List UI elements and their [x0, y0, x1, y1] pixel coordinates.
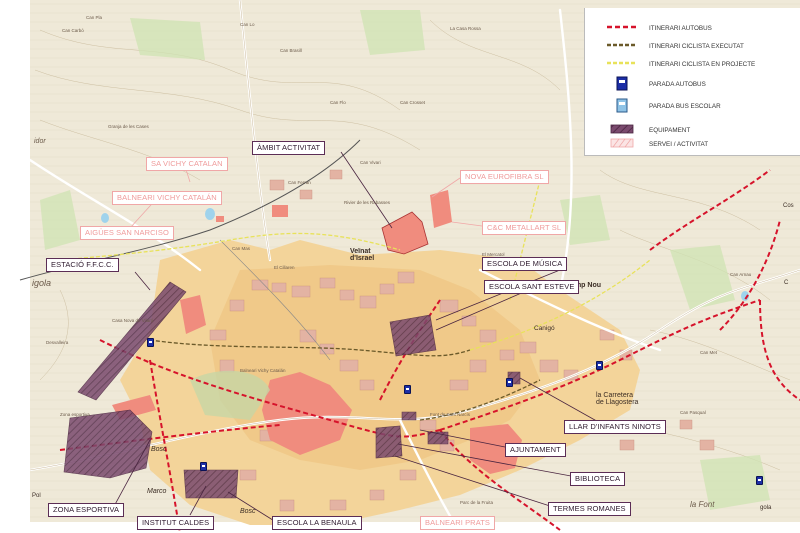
- place-veinat: Veïnat d'Israel: [350, 248, 375, 263]
- legend-label: ITINERARI CICLISTA EN PROJECTE: [649, 61, 756, 68]
- bus-route-swatch: [607, 25, 637, 29]
- place-marco: Marco: [147, 488, 167, 495]
- place-canigo: Canigó: [534, 325, 555, 332]
- place-gola: gola: [760, 505, 772, 511]
- bike-route-swatch: [607, 43, 637, 47]
- legend-label: SERVEI / ACTIVITAT: [649, 141, 709, 148]
- legend-label: ITINERARI CICLISTA EXECUTAT: [649, 43, 744, 50]
- label-escola-la-benaula[interactable]: ESCOLA LA BENAULA: [272, 516, 362, 530]
- label-cc-metallart[interactable]: C&C METALLART SL: [482, 221, 567, 235]
- bus-stop-icon: [616, 76, 628, 91]
- service-swatch: [610, 138, 634, 148]
- place-pol: Pol: [32, 493, 41, 499]
- label-termes-romanes[interactable]: TERMES ROMANES: [548, 502, 631, 516]
- bus-stop-marker[interactable]: [596, 361, 603, 370]
- label-nova-eurofibra[interactable]: NOVA EUROFIBRA SL: [460, 170, 549, 184]
- place-igola: igola: [32, 278, 52, 288]
- label-escola-musica[interactable]: ESCOLA DE MÚSICA: [482, 257, 568, 271]
- place-carretera-llagostera: la Carretera de Llagostera: [596, 392, 639, 407]
- place-cos: Cos: [783, 203, 794, 209]
- school-bus-stop-icon: [616, 98, 628, 113]
- legend-label: PARADA AUTOBUS: [649, 81, 706, 88]
- label-institut-caldes[interactable]: INSTITUT CALDES: [137, 516, 215, 530]
- bus-stop-marker[interactable]: [147, 338, 154, 347]
- map-canvas[interactable]: Can Pla Can Carbó Can Lo Can Brasill Can…: [0, 0, 800, 533]
- label-zona-esportiva[interactable]: ZONA ESPORTIVA: [48, 503, 125, 517]
- label-balneari-prats[interactable]: BALNEARI PRATS: [420, 516, 496, 530]
- bike-plan-swatch: [607, 61, 637, 65]
- label-sa-vichy-catalan[interactable]: SA VICHY CATALAN: [146, 157, 228, 171]
- legend-label: EQUIPAMENT: [649, 127, 691, 134]
- label-aigues-san-narciso[interactable]: AIGÜES SAN NARCISO: [80, 226, 174, 240]
- label-llar-infants-ninots[interactable]: LLAR D'INFANTS NINOTS: [564, 420, 666, 434]
- label-estacio-ffcc[interactable]: ESTACIÓ F.F.C.C.: [46, 258, 119, 272]
- legend-item-bike-done: ITINERARI CICLISTA EXECUTAT: [585, 40, 800, 54]
- legend-item-bike-plan: ITINERARI CICLISTA EN PROJECTE: [585, 58, 800, 72]
- label-biblioteca[interactable]: BIBLIOTECA: [570, 472, 626, 486]
- legend-label: ITINERARI AUTOBUS: [649, 25, 712, 32]
- bus-stop-marker[interactable]: [200, 462, 207, 471]
- map-legend: ITINERARI AUTOBUS ITINERARI CICLISTA EXE…: [584, 8, 800, 156]
- label-escola-sant-esteve[interactable]: ESCOLA SANT ESTEVE: [484, 280, 580, 294]
- bus-stop-marker[interactable]: [404, 385, 411, 394]
- bus-stop-marker[interactable]: [506, 378, 513, 387]
- place-bosc-2: Bosc: [240, 508, 256, 515]
- place-la-font: la Font: [690, 500, 715, 509]
- legend-item-service: SERVEI / ACTIVITAT: [585, 138, 800, 152]
- place-bosc: Bosc: [151, 446, 167, 453]
- place-c: C: [784, 280, 789, 286]
- label-balneari-vichy-catalan[interactable]: BALNEARI VICHY CATALÁN: [112, 191, 222, 205]
- legend-item-bus-route: ITINERARI AUTOBUS: [585, 22, 800, 36]
- legend-label: PARADA BUS ESCOLAR: [649, 103, 721, 110]
- legend-item-bus-stop: PARADA AUTOBUS: [585, 76, 800, 92]
- bus-stop-marker[interactable]: [756, 476, 763, 485]
- legend-item-school-stop: PARADA BUS ESCOLAR: [585, 98, 800, 114]
- equipment-swatch: [610, 124, 634, 134]
- legend-item-equipment: EQUIPAMENT: [585, 124, 800, 138]
- place-idor: idor: [34, 138, 46, 145]
- label-ajuntament[interactable]: AJUNTAMENT: [505, 443, 566, 457]
- label-ambit-activitat[interactable]: ÀMBIT ACTIVITAT: [252, 141, 326, 155]
